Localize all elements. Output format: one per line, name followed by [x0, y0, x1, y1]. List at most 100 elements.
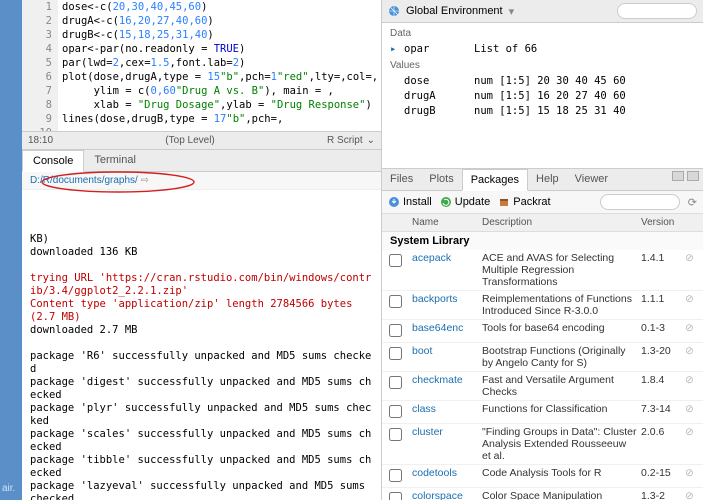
package-description: Color Space Manipulation	[482, 490, 602, 500]
expand-icon[interactable]	[390, 104, 404, 119]
package-description: Tools for base64 encoding	[482, 322, 605, 334]
env-row[interactable]: drugA num [1:5] 16 20 27 40 60	[382, 89, 703, 104]
update-button[interactable]: Update	[440, 196, 490, 208]
package-checkbox[interactable]	[389, 347, 402, 360]
console-line: KB)	[30, 233, 373, 246]
console-line: Content type 'application/zip' length 27…	[30, 298, 373, 324]
remove-package-icon[interactable]: ⊘	[685, 345, 694, 357]
package-checkbox[interactable]	[389, 492, 402, 500]
col-desc: Description	[482, 217, 641, 228]
packages-search[interactable]	[600, 194, 680, 210]
tab-packages[interactable]: Packages	[462, 169, 528, 191]
package-group-header: System Library	[382, 232, 703, 250]
packrat-icon	[498, 196, 510, 208]
expand-icon[interactable]: ▸	[390, 42, 404, 57]
packrat-button[interactable]: Packrat	[498, 196, 550, 208]
package-description: "Finding Groups in Data": Cluster Analys…	[482, 426, 637, 462]
console-line: package 'plyr' successfully unpacked and…	[30, 402, 373, 428]
package-row: class Functions for Classification 7.3-1…	[382, 401, 703, 424]
console-path: D:/R/documents/graphs/ ⇨	[22, 172, 381, 190]
remove-package-icon[interactable]: ⊘	[685, 293, 694, 305]
package-version: 1.8.4	[641, 374, 664, 386]
maximize-pane-icon[interactable]	[687, 171, 699, 181]
package-checkbox[interactable]	[389, 324, 402, 337]
package-name-link[interactable]: codetools	[412, 467, 457, 479]
console-line	[30, 337, 373, 350]
chevron-icon: ⌄	[367, 135, 375, 146]
line-gutter: 1234567891011	[22, 0, 58, 150]
tab-console[interactable]: Console	[22, 150, 84, 172]
package-checkbox[interactable]	[389, 254, 402, 267]
package-name-link[interactable]: acepack	[412, 252, 451, 264]
cursor-pos: 18:10	[28, 135, 53, 146]
package-checkbox[interactable]	[389, 428, 402, 441]
package-name-link[interactable]: base64enc	[412, 322, 463, 334]
package-version: 7.3-14	[641, 403, 671, 415]
package-description: Reimplementations of Functions Introduce…	[482, 293, 632, 317]
package-name-link[interactable]: colorspace	[412, 490, 463, 500]
env-search[interactable]	[617, 3, 697, 19]
package-row: checkmate Fast and Versatile Argument Ch…	[382, 372, 703, 401]
editor-statusbar: 18:10 (Top Level) R Script ⌄	[22, 131, 381, 149]
package-name-link[interactable]: boot	[412, 345, 432, 357]
remove-package-icon[interactable]: ⊘	[685, 490, 694, 500]
install-button[interactable]: Install	[388, 196, 432, 208]
env-toolbar: Global Environment ▾	[382, 0, 703, 23]
console-line: trying URL 'https://cran.rstudio.com/bin…	[30, 272, 373, 298]
source-editor[interactable]: 1234567891011 dose<-c(20,30,40,45,60)dru…	[22, 0, 381, 150]
environment-pane[interactable]: Data ▸ opar List of 66 Values dose num […	[382, 23, 703, 169]
env-scope[interactable]: Global Environment	[406, 5, 503, 17]
col-name: Name	[408, 217, 482, 228]
package-description: Functions for Classification	[482, 403, 607, 415]
env-section: Values	[382, 57, 703, 74]
package-name-link[interactable]: checkmate	[412, 374, 463, 386]
package-version: 0.1-3	[641, 322, 665, 334]
expand-icon[interactable]	[390, 74, 404, 89]
env-section: Data	[382, 25, 703, 42]
dropdown-icon[interactable]: ▾	[509, 5, 515, 18]
package-version: 1.3-2	[641, 490, 665, 500]
package-version: 1.4.1	[641, 252, 664, 264]
remove-package-icon[interactable]: ⊘	[685, 403, 694, 415]
code-body[interactable]: dose<-c(20,30,40,45,60)drugA<-c(16,20,27…	[58, 0, 381, 126]
remove-package-icon[interactable]: ⊘	[685, 467, 694, 479]
package-row: cluster "Finding Groups in Data": Cluste…	[382, 424, 703, 465]
env-var-name: drugA	[404, 89, 474, 104]
package-checkbox[interactable]	[389, 295, 402, 308]
tab-terminal[interactable]: Terminal	[84, 150, 146, 171]
language-selector[interactable]: R Script ⌄	[327, 135, 375, 146]
package-checkbox[interactable]	[389, 405, 402, 418]
packages-toolbar: Install Update Packrat ⟳	[382, 191, 703, 214]
package-version: 1.3-20	[641, 345, 671, 357]
package-description: Fast and Versatile Argument Checks	[482, 374, 614, 398]
console-output[interactable]: KB)downloaded 136 KB trying URL 'https:/…	[22, 190, 381, 500]
remove-package-icon[interactable]: ⊘	[685, 322, 694, 334]
package-row: boot Bootstrap Functions (Originally by …	[382, 343, 703, 372]
tab-files[interactable]: Files	[382, 169, 421, 190]
package-version: 2.0.6	[641, 426, 664, 438]
minimize-pane-icon[interactable]	[672, 171, 684, 181]
tab-plots[interactable]: Plots	[421, 169, 461, 190]
remove-package-icon[interactable]: ⊘	[685, 374, 694, 386]
console-line: downloaded 2.7 MB	[30, 324, 373, 337]
tab-help[interactable]: Help	[528, 169, 567, 190]
annotation-circle	[38, 190, 208, 196]
package-name-link[interactable]: class	[412, 403, 436, 415]
update-icon	[440, 196, 452, 208]
package-checkbox[interactable]	[389, 376, 402, 389]
env-row[interactable]: dose num [1:5] 20 30 40 45 60	[382, 74, 703, 89]
tab-viewer[interactable]: Viewer	[567, 169, 616, 190]
env-row[interactable]: ▸ opar List of 66	[382, 42, 703, 57]
packages-list[interactable]: System Library acepack ACE and AVAS for …	[382, 232, 703, 500]
env-row[interactable]: drugB num [1:5] 15 18 25 31 40	[382, 104, 703, 119]
package-checkbox[interactable]	[389, 469, 402, 482]
package-name-link[interactable]: backports	[412, 293, 458, 305]
expand-icon[interactable]	[390, 89, 404, 104]
remove-package-icon[interactable]: ⊘	[685, 426, 694, 438]
remove-package-icon[interactable]: ⊘	[685, 252, 694, 264]
package-description: Code Analysis Tools for R	[482, 467, 601, 479]
package-name-link[interactable]: cluster	[412, 426, 443, 438]
package-row: backports Reimplementations of Functions…	[382, 291, 703, 320]
env-var-name: dose	[404, 74, 474, 89]
refresh-icon[interactable]: ⟳	[688, 196, 697, 209]
